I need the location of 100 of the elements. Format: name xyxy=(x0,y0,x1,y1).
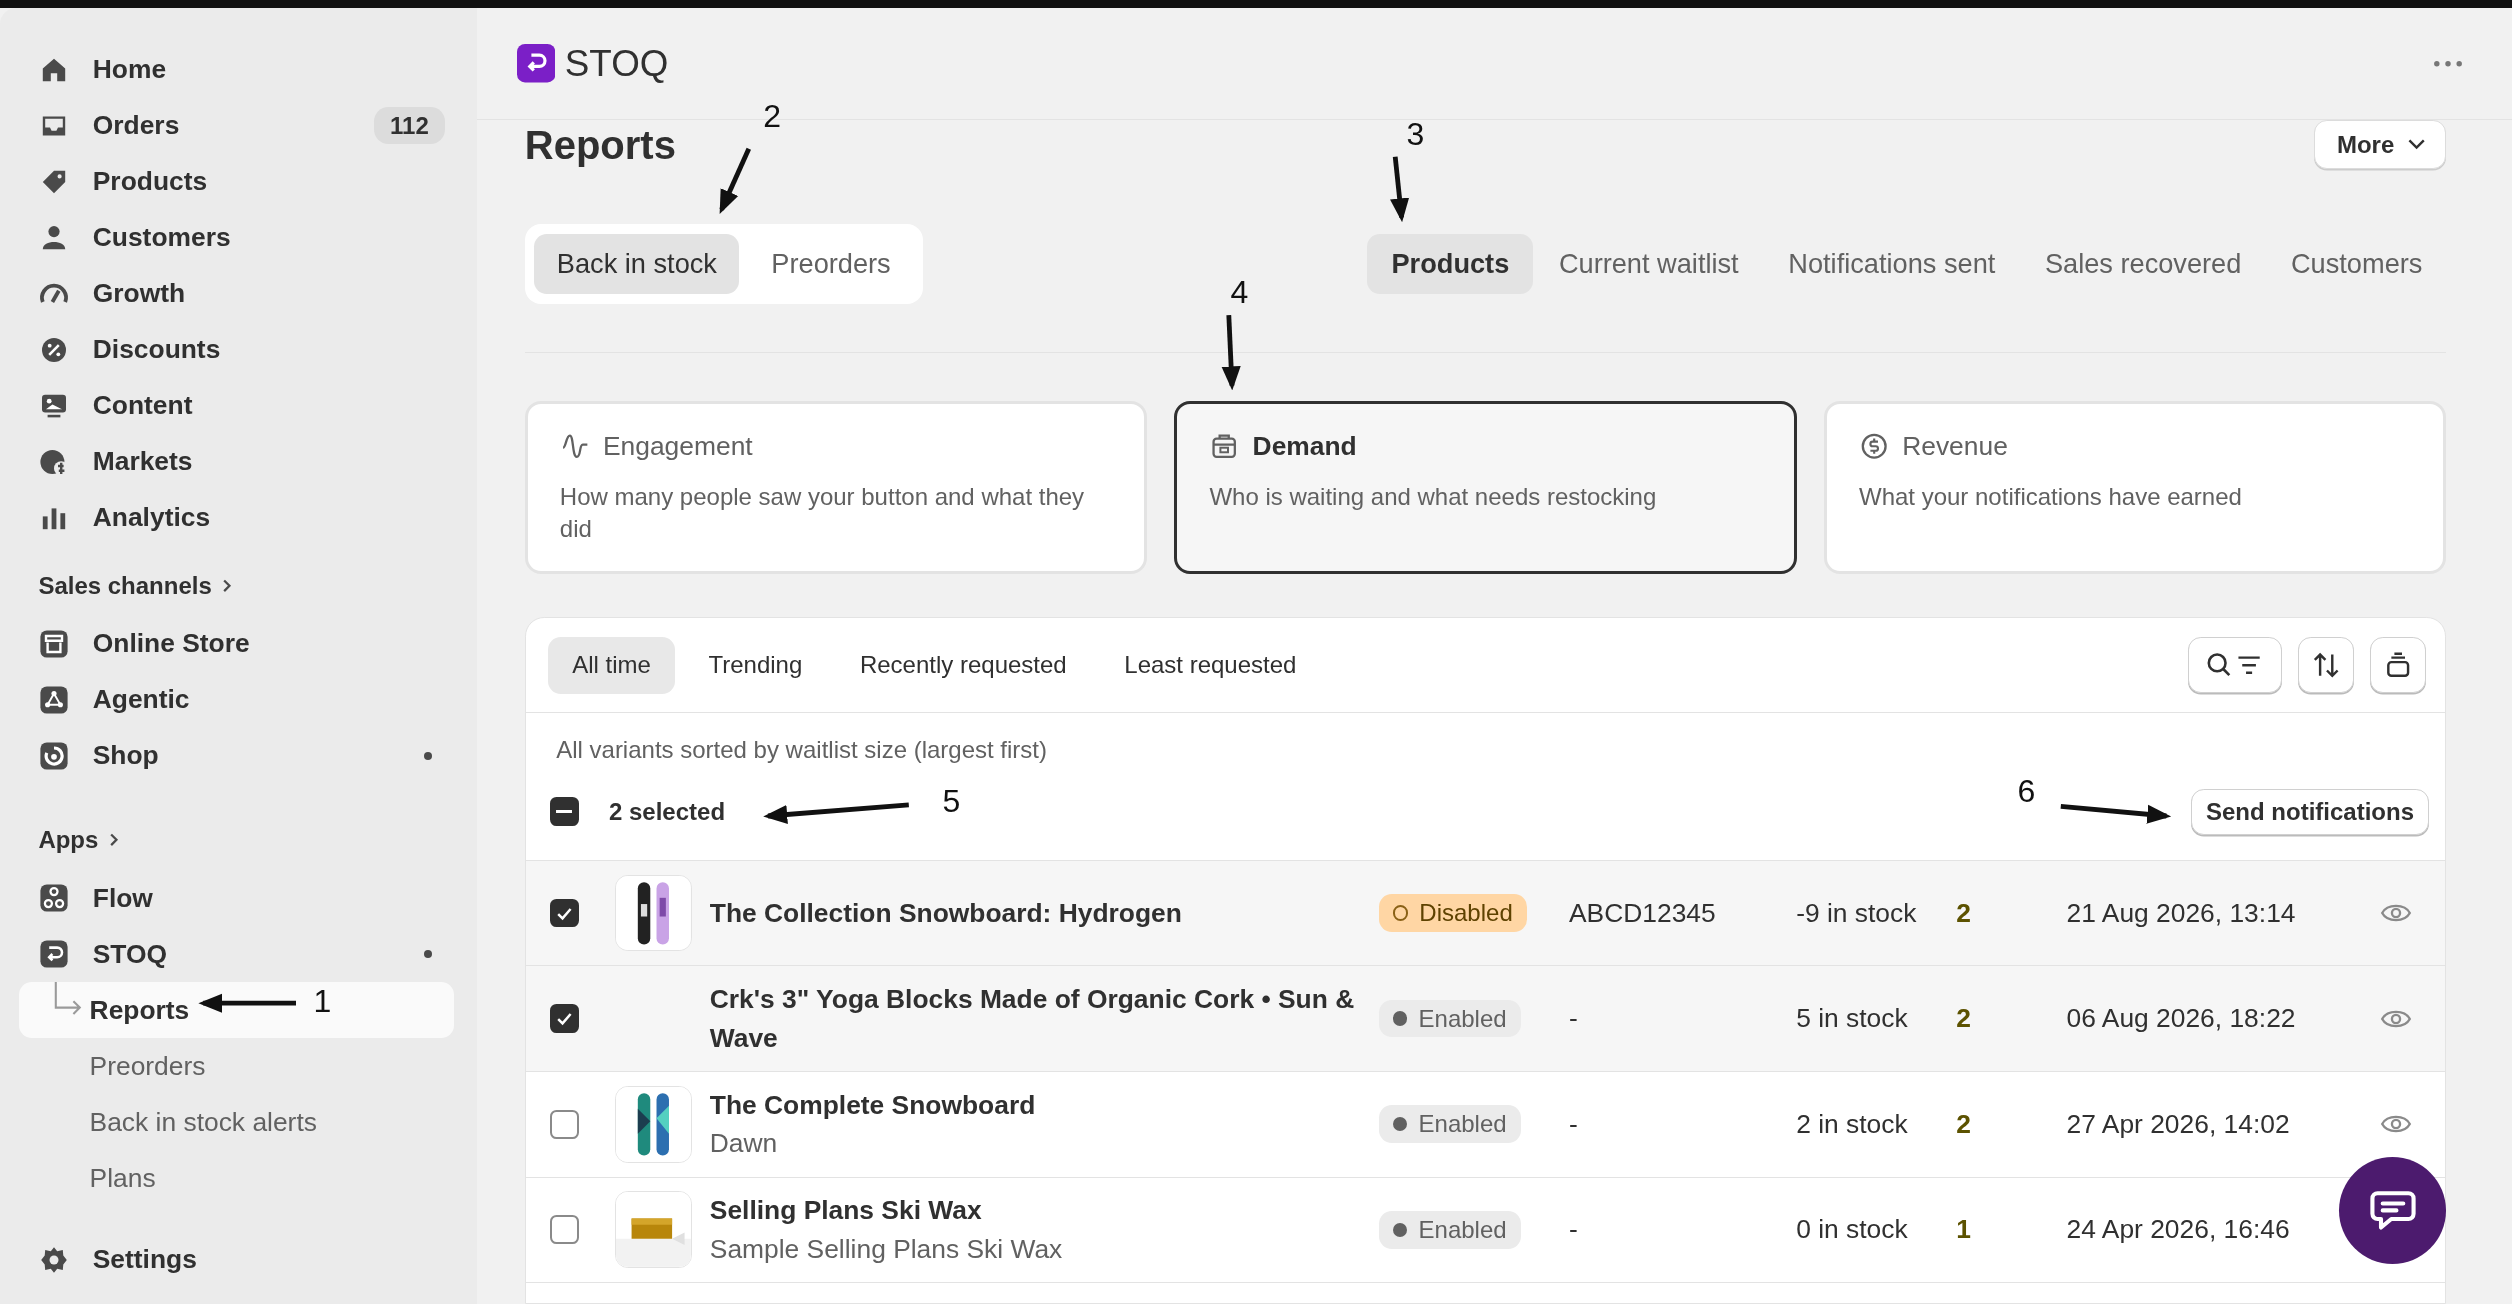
nav-item[interactable]: Content xyxy=(19,377,455,434)
annotation-arrow xyxy=(719,147,751,214)
view-tab[interactable]: Customers xyxy=(2266,233,2447,295)
filter-tab[interactable]: Least requested xyxy=(1100,636,1321,694)
nav-item[interactable]: Analytics xyxy=(19,489,455,546)
annotation-number: 1 xyxy=(313,984,332,1020)
search-filter-button[interactable] xyxy=(2187,637,2283,694)
annotation-number: 2 xyxy=(763,99,781,135)
date-cell-text: 27 Apr 2026, 14:02 xyxy=(2066,1108,2291,1140)
section-heading[interactable]: Apps xyxy=(19,819,455,861)
annotation-number: 3 xyxy=(1406,116,1425,152)
app-logo-icon xyxy=(516,44,556,83)
card-title: Engagement xyxy=(603,431,753,463)
sku-cell-text: - xyxy=(1568,1214,1579,1246)
shop-icon xyxy=(38,739,71,772)
segment-tab[interactable]: Back in stock xyxy=(534,233,740,295)
stoq-icon xyxy=(38,938,71,971)
nav-subitem[interactable]: Plans xyxy=(19,1150,455,1207)
card-title: Revenue xyxy=(1902,431,2008,463)
filter-tab[interactable]: Recently requested xyxy=(835,636,1091,694)
product-name: Crk's 3" Yoga Blocks Made of Organic Cork • Sun & Wave xyxy=(709,983,1356,1055)
nav-item[interactable]: Flow xyxy=(19,870,455,927)
nav-item[interactable]: Settings xyxy=(19,1231,455,1288)
nav-item[interactable]: Markets xyxy=(19,433,455,490)
more-button[interactable]: More xyxy=(2313,120,2447,170)
waitlist-count: 2 xyxy=(1956,1003,1972,1035)
row-checkbox[interactable] xyxy=(549,1215,579,1245)
date-cell-text: 24 Apr 2026, 16:46 xyxy=(2066,1214,2291,1246)
stock-cell-text: 2 in stock xyxy=(1796,1108,1909,1140)
view-tab[interactable]: Notifications sent xyxy=(1764,233,2020,295)
agentic-icon xyxy=(38,683,71,716)
select-all-checkbox[interactable] xyxy=(549,797,579,827)
more-menu-icon[interactable] xyxy=(2432,58,2464,69)
selection-count: 2 selected xyxy=(609,797,726,826)
nav-item[interactable]: Discounts xyxy=(19,321,455,378)
annotation-number: 6 xyxy=(2017,774,2036,810)
nav-item[interactable]: Products xyxy=(19,153,455,210)
sku-cell-text: - xyxy=(1568,1003,1579,1035)
nav-subitem[interactable]: Back in stock alerts xyxy=(19,1094,455,1151)
nav-subitem[interactable]: Preorders xyxy=(19,1038,455,1095)
product-name: The Collection Snowboard: Hydrogen xyxy=(709,896,1183,930)
layers-button[interactable] xyxy=(2370,637,2427,694)
row-checkbox[interactable] xyxy=(549,898,579,928)
status-badge: Enabled xyxy=(1378,1211,1521,1249)
card-description: What your notifications have earned xyxy=(1859,482,2243,513)
row-checkbox[interactable] xyxy=(549,1004,579,1033)
store-icon xyxy=(38,627,71,660)
variant-name: Sample Selling Plans Ski Wax xyxy=(709,1232,1064,1266)
card-title: Demand xyxy=(1252,431,1357,463)
date-cell-text: 21 Aug 2026, 13:14 xyxy=(2066,897,2297,929)
chevron-down-icon xyxy=(2407,138,2427,151)
segment-tab[interactable]: Preorders xyxy=(748,233,914,295)
view-tab[interactable]: Current waitlist xyxy=(1534,233,1763,295)
status-badge: Disabled xyxy=(1378,894,1528,932)
table-caption: All variants sorted by waitlist size (largest first) xyxy=(555,734,1048,764)
flow-icon xyxy=(38,882,71,915)
row-checkbox[interactable] xyxy=(549,1109,579,1139)
annotation-number: 5 xyxy=(942,784,961,820)
product-name: The Complete Snowboard xyxy=(709,1088,1037,1122)
waitlist-count: 2 xyxy=(1956,897,1972,929)
filter-tab[interactable]: All time xyxy=(548,636,675,694)
nav-item[interactable]: Growth xyxy=(19,265,455,322)
waitlist-count: 2 xyxy=(1956,1108,1972,1140)
date-cell-text: 06 Aug 2026, 18:22 xyxy=(2066,1003,2297,1035)
status-badge: Enabled xyxy=(1378,1105,1521,1143)
nav-item[interactable]: Online Store xyxy=(19,615,455,672)
card-description: Who is waiting and what needs restocking xyxy=(1209,482,1658,513)
nav-item[interactable]: STOQ xyxy=(19,926,455,983)
annotation-number: 4 xyxy=(1230,275,1249,311)
app-name: STOQ xyxy=(564,42,670,85)
minus-icon xyxy=(556,810,573,814)
view-tab[interactable]: Products xyxy=(1367,233,1534,295)
nav-item[interactable]: Customers xyxy=(19,209,455,266)
nav-item[interactable]: Agentic xyxy=(19,671,455,728)
annotation-arrow xyxy=(1390,156,1410,223)
variant-name: Dawn xyxy=(709,1127,779,1161)
nav-item[interactable]: Shop xyxy=(19,727,455,784)
sku-cell-text: - xyxy=(1568,1108,1579,1140)
chat-bubble-icon xyxy=(2368,1188,2417,1233)
filter-tab[interactable]: Trending xyxy=(684,636,827,694)
waitlist-count: 1 xyxy=(1956,1214,1972,1246)
dollar-icon xyxy=(1859,431,1890,462)
page-title: Reports xyxy=(524,123,676,169)
card-description: How many people saw your button and what they did xyxy=(559,482,1086,545)
nav-item[interactable]: Home xyxy=(19,41,455,98)
report-card[interactable]: Revenue What your notifications have earned xyxy=(1824,400,2447,574)
sku-cell-text: ABCD12345 xyxy=(1568,897,1717,929)
status-badge: Enabled xyxy=(1378,999,1521,1038)
nav-item[interactable]: Orders 112 xyxy=(19,97,455,154)
send-notifications-button[interactable]: Send notifications xyxy=(2190,788,2430,835)
stock-cell-text: -9 in stock xyxy=(1796,897,1918,929)
sort-button[interactable] xyxy=(2298,637,2355,694)
stock-cell-text: 0 in stock xyxy=(1796,1214,1909,1246)
report-card[interactable]: Engagement How many people saw your button and what they did xyxy=(524,400,1148,574)
stock-cell-text: 5 in stock xyxy=(1796,1003,1909,1035)
view-tab[interactable]: Sales recovered xyxy=(2020,233,2266,295)
report-card[interactable]: Demand Who is waiting and what needs restocking xyxy=(1174,400,1797,574)
count-badge: 112 xyxy=(374,106,445,145)
section-heading[interactable]: Sales channels xyxy=(19,564,455,607)
product-name: Selling Plans Ski Wax xyxy=(709,1194,983,1228)
